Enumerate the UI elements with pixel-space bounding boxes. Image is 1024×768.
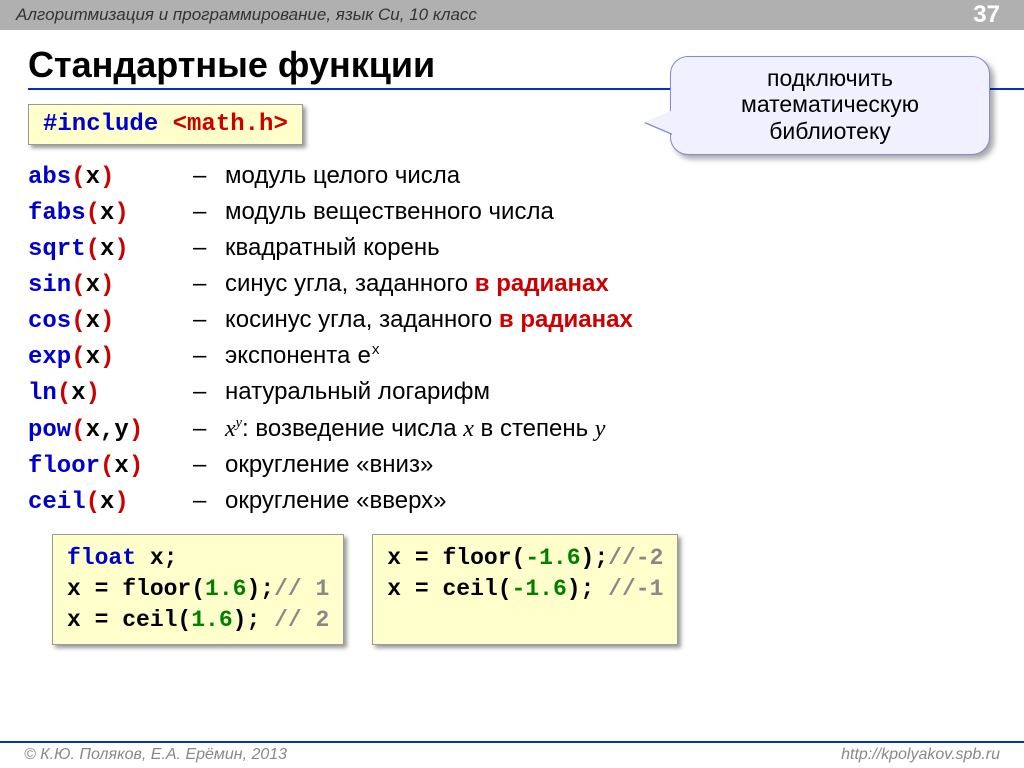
function-row: ln(x)–натуральный логарифм bbox=[28, 375, 996, 411]
dash-separator: – bbox=[193, 303, 225, 337]
function-name: exp(x) bbox=[28, 341, 193, 375]
dash-separator: – bbox=[193, 267, 225, 301]
function-description: экспонента ex bbox=[225, 339, 380, 375]
function-row: floor(x)–округление «вниз» bbox=[28, 448, 996, 484]
footer-link: http://kpolyakov.spb.ru bbox=[841, 746, 1000, 764]
function-row: sqrt(x)–квадратный корень bbox=[28, 231, 996, 267]
code-text: x = ceil( bbox=[67, 607, 191, 633]
course-label: Алгоритмизация и программирование, язык … bbox=[16, 5, 477, 25]
function-description: модуль вещественного числа bbox=[225, 195, 554, 229]
function-description: модуль целого числа bbox=[225, 159, 460, 193]
callout-tail-icon bbox=[645, 110, 673, 134]
header-bar: Алгоритмизация и программирование, язык … bbox=[0, 0, 1024, 30]
example-left: float x; x = floor(1.6);// 1 x = ceil(1.… bbox=[52, 534, 344, 645]
example-right: x = floor(-1.6);//-2 x = ceil(-1.6); //-… bbox=[372, 534, 678, 645]
function-row: sin(x)–синус угла, заданного в радианах bbox=[28, 267, 996, 303]
function-name: cos(x) bbox=[28, 305, 193, 339]
function-list: abs(x)–модуль целого числаfabs(x)–модуль… bbox=[28, 159, 996, 520]
function-name: ln(x) bbox=[28, 377, 193, 411]
code-text: x = ceil( bbox=[387, 576, 511, 602]
code-text: ); bbox=[581, 545, 609, 571]
code-text: ); bbox=[233, 607, 274, 633]
function-name: sin(x) bbox=[28, 269, 193, 303]
dash-separator: – bbox=[193, 159, 225, 193]
function-row: cos(x)–косинус угла, заданного в радиана… bbox=[28, 303, 996, 339]
code-comment: //-2 bbox=[608, 545, 663, 571]
num-literal: 1.6 bbox=[205, 576, 246, 602]
examples-row: float x; x = floor(1.6);// 1 x = ceil(1.… bbox=[52, 534, 996, 645]
function-description: натуральный логарифм bbox=[225, 375, 490, 409]
code-text: x; bbox=[136, 545, 177, 571]
callout-text: подключить математическую библиотеку bbox=[741, 65, 919, 144]
function-description: округление «вниз» bbox=[225, 448, 433, 482]
footer-copyright: © К.Ю. Поляков, Е.А. Ерёмин, 2013 bbox=[24, 746, 287, 764]
dash-separator: – bbox=[193, 195, 225, 229]
function-row: fabs(x)–модуль вещественного числа bbox=[28, 195, 996, 231]
num-literal: -1.6 bbox=[512, 576, 567, 602]
code-comment: // 1 bbox=[274, 576, 329, 602]
function-description: квадратный корень bbox=[225, 231, 440, 265]
code-text: x = floor( bbox=[387, 545, 525, 571]
num-literal: 1.6 bbox=[191, 607, 232, 633]
function-row: ceil(x)–округление «вверх» bbox=[28, 484, 996, 520]
include-keyword: #include bbox=[43, 111, 158, 138]
code-comment: //-1 bbox=[608, 576, 663, 602]
code-text: ); bbox=[246, 576, 274, 602]
include-codebox: #include <math.h> bbox=[28, 104, 303, 145]
function-name: pow(x,y) bbox=[28, 414, 193, 448]
kw-float: float bbox=[67, 545, 136, 571]
code-text: ); bbox=[567, 576, 608, 602]
function-description: косинус угла, заданного в радианах bbox=[225, 303, 633, 337]
function-name: ceil(x) bbox=[28, 486, 193, 520]
function-row: abs(x)–модуль целого числа bbox=[28, 159, 996, 195]
dash-separator: – bbox=[193, 339, 225, 373]
function-description: округление «вверх» bbox=[225, 484, 447, 518]
function-name: fabs(x) bbox=[28, 197, 193, 231]
function-name: floor(x) bbox=[28, 450, 193, 484]
dash-separator: – bbox=[193, 448, 225, 482]
code-text: x = floor( bbox=[67, 576, 205, 602]
function-name: abs(x) bbox=[28, 161, 193, 195]
dash-separator: – bbox=[193, 231, 225, 265]
function-name: sqrt(x) bbox=[28, 233, 193, 267]
function-description: xy: возведение числа x в степень y bbox=[225, 412, 605, 446]
footer: © К.Ю. Поляков, Е.А. Ерёмин, 2013 http:/… bbox=[0, 741, 1024, 764]
function-row: exp(x)–экспонента ex bbox=[28, 339, 996, 375]
callout-bubble: подключить математическую библиотеку bbox=[670, 56, 990, 155]
function-row: pow(x,y)–xy: возведение числа x в степен… bbox=[28, 412, 996, 448]
dash-separator: – bbox=[193, 412, 225, 446]
dash-separator: – bbox=[193, 484, 225, 518]
dash-separator: – bbox=[193, 375, 225, 409]
num-literal: -1.6 bbox=[525, 545, 580, 571]
page-number: 37 bbox=[973, 0, 1000, 30]
include-header: <math.h> bbox=[173, 111, 288, 138]
code-comment: // 2 bbox=[274, 607, 329, 633]
function-description: синус угла, заданного в радианах bbox=[225, 267, 609, 301]
